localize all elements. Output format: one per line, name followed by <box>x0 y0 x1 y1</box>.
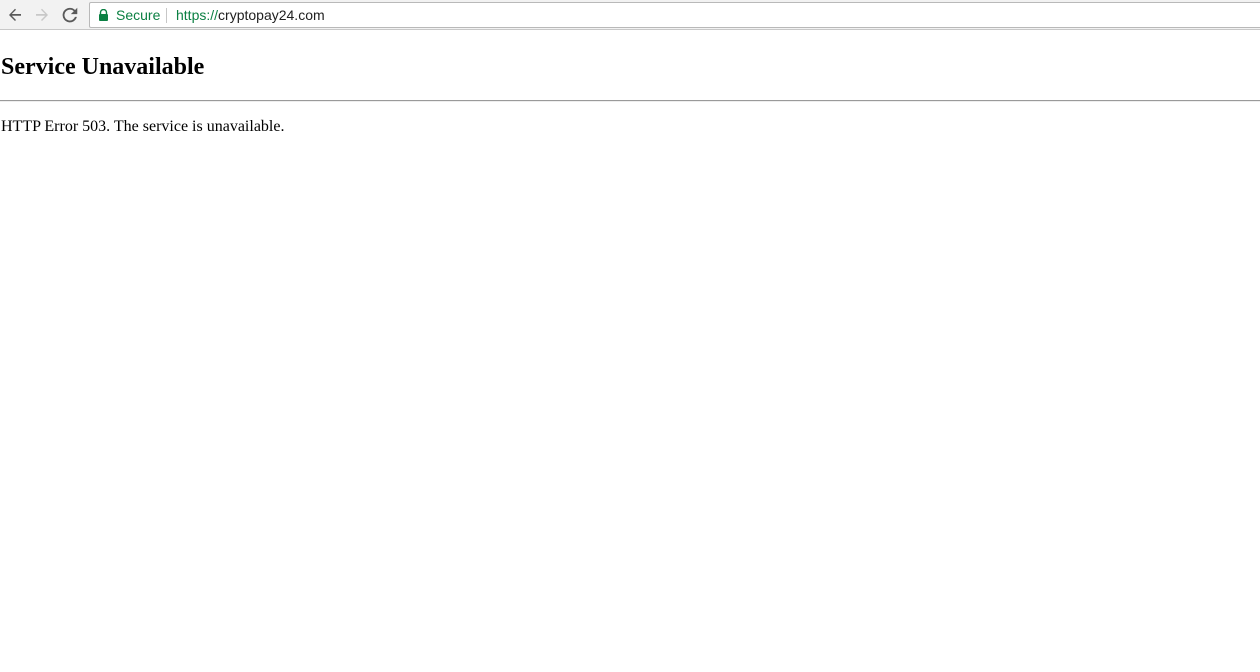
lock-icon <box>99 9 108 21</box>
horizontal-divider <box>0 100 1260 102</box>
forward-button[interactable] <box>31 4 53 26</box>
reload-icon <box>62 7 78 23</box>
url-host: cryptopay24.com <box>218 7 325 23</box>
page-content: Service Unavailable HTTP Error 503. The … <box>0 34 1260 137</box>
url-scheme: https:// <box>176 7 219 23</box>
back-button[interactable] <box>4 4 26 26</box>
page-title: Service Unavailable <box>1 54 205 80</box>
url-text[interactable]: https://cryptopay24.com <box>176 7 325 23</box>
error-message: HTTP Error 503. The service is unavailab… <box>1 118 285 135</box>
reload-button[interactable] <box>59 4 81 26</box>
address-bar[interactable]: Secure https://cryptopay24.com <box>89 2 1260 28</box>
browser-toolbar: Secure https://cryptopay24.com <box>0 0 1260 30</box>
security-indicator[interactable]: Secure <box>116 7 160 23</box>
forward-arrow-icon <box>36 8 48 21</box>
back-arrow-icon <box>9 8 21 21</box>
omnibox-divider <box>166 8 167 23</box>
